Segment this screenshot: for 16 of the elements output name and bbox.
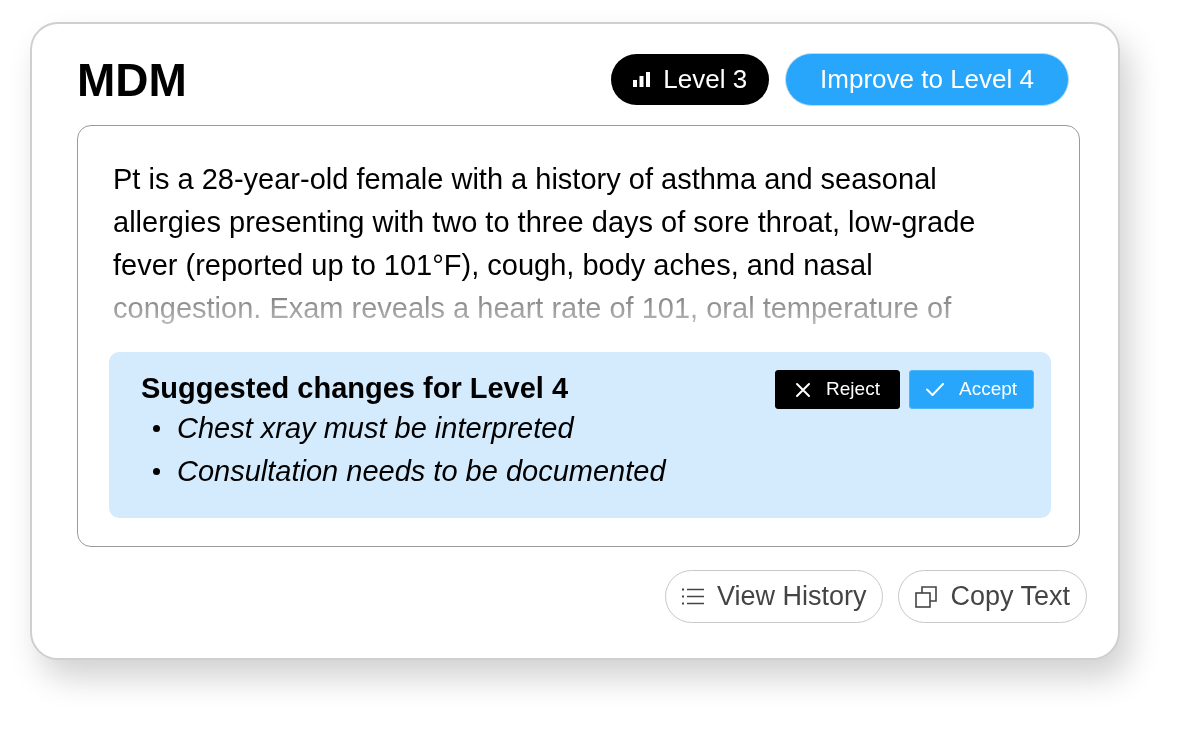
reject-button[interactable]: Reject <box>775 370 900 409</box>
copy-icon <box>915 585 938 608</box>
check-icon <box>925 383 944 396</box>
note-text: Pt is a 28-year-old female with a history of asthma and seasonal allergies presenting with two to three days of sore throat, low-grade fever (reported up to 101°F), cough, body aches, and nasal congestion. Exam reveals a heart rate of 101, oral temperature of <box>113 162 977 326</box>
suggestion-item: Chest xray must be interpreted <box>177 410 574 446</box>
signal-bars-icon <box>633 72 651 87</box>
bullet-icon <box>153 468 160 475</box>
card-title: MDM <box>77 56 187 103</box>
level-text: Level 3 <box>663 63 748 96</box>
view-history-button[interactable]: View History <box>664 570 884 623</box>
list-icon <box>681 588 704 605</box>
bullet-icon <box>153 425 160 432</box>
close-icon <box>795 381 812 398</box>
suggestion-heading: Suggested changes for Level 4 <box>141 371 570 406</box>
copy-text-button[interactable]: Copy Text <box>898 570 1087 623</box>
suggestion-item: Consultation needs to be documented <box>177 453 666 489</box>
